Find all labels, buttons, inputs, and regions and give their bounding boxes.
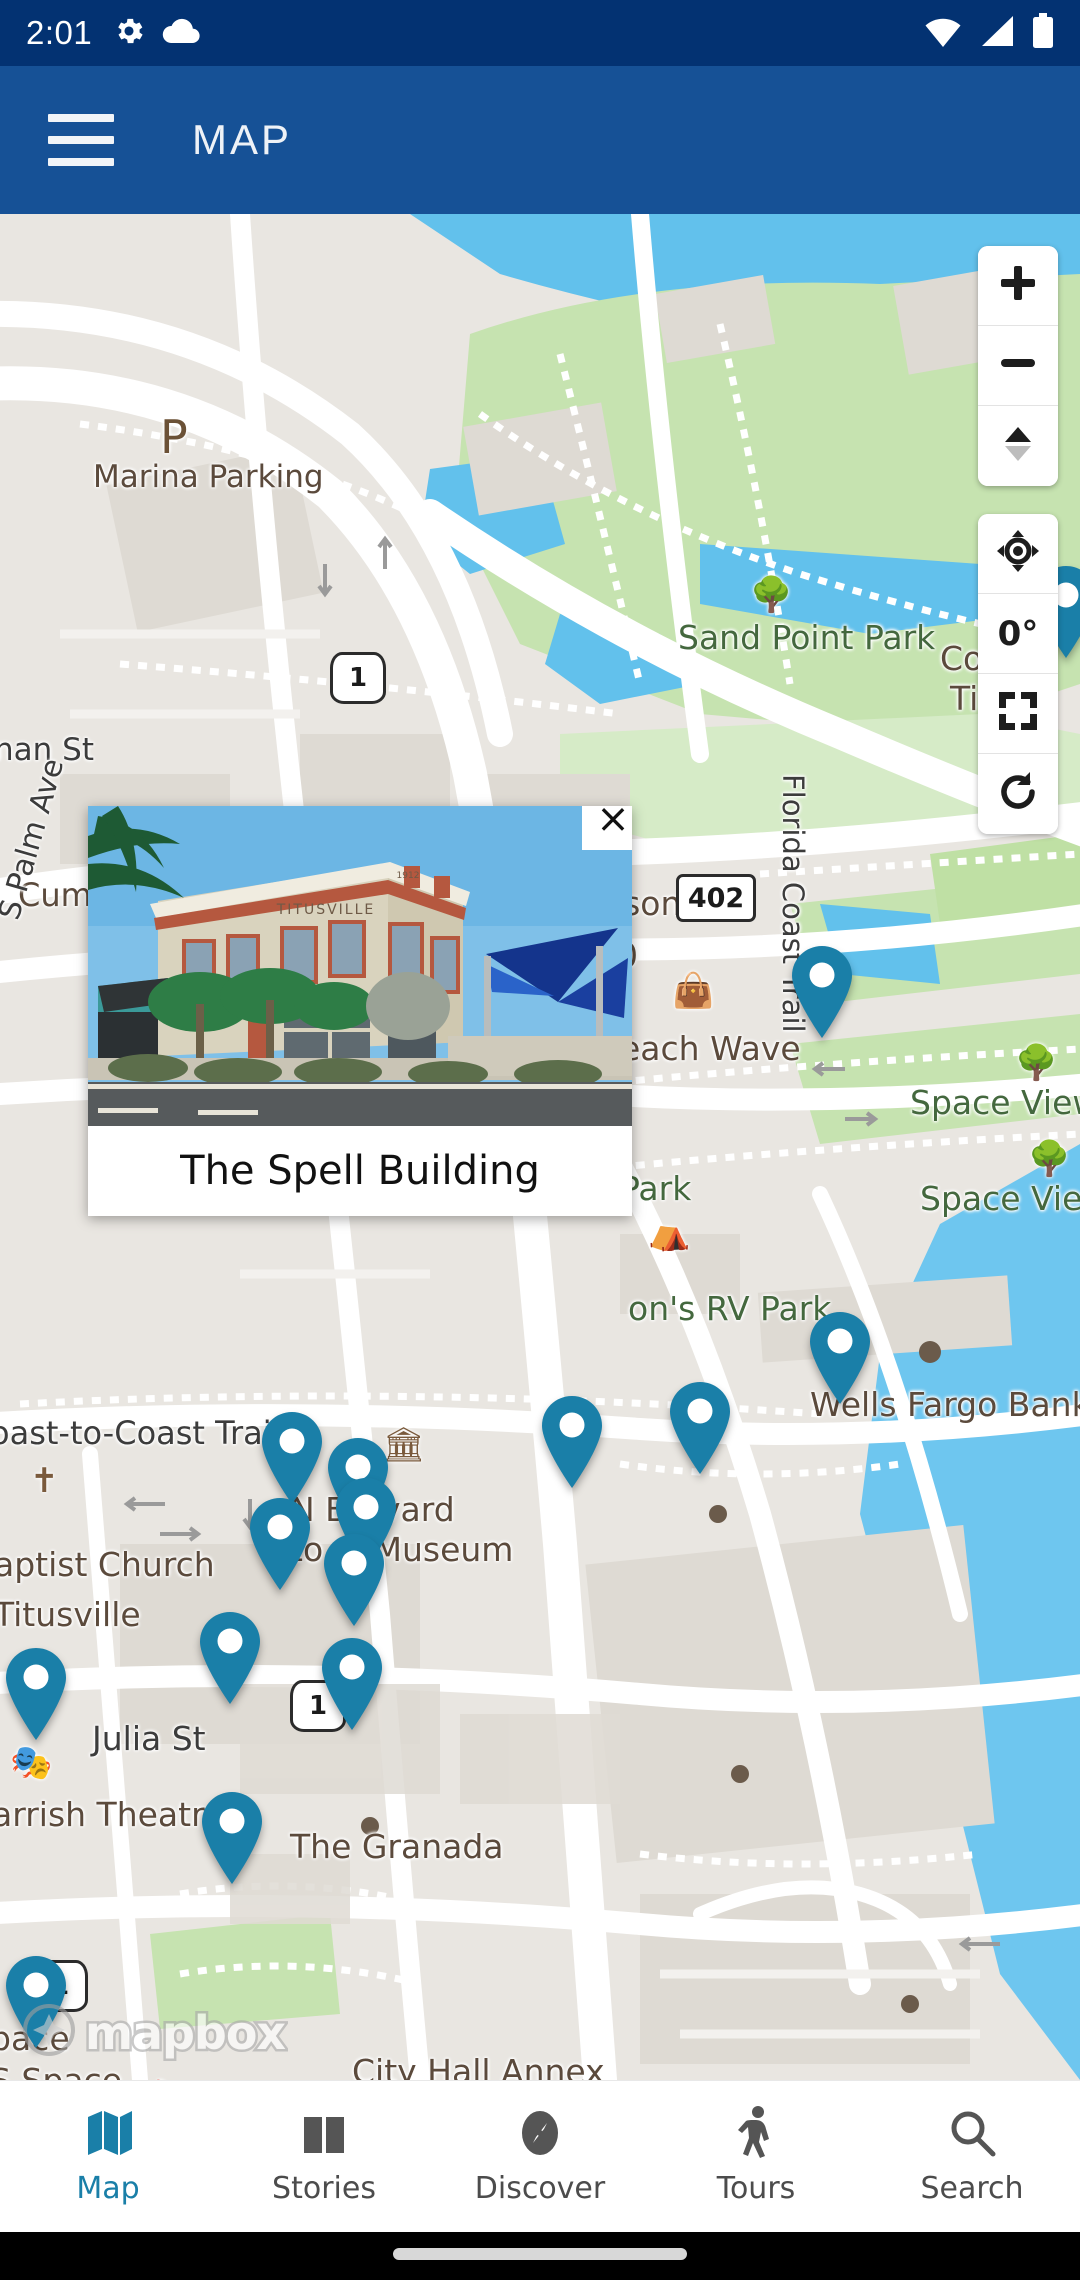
poi-title: The Spell Building [180, 1148, 540, 1194]
map-pin[interactable] [0, 1646, 72, 1742]
refresh-button[interactable] [978, 754, 1058, 834]
zoom-in-button[interactable] [978, 246, 1058, 326]
nav-label-stories: Stories [272, 2171, 376, 2206]
nav-control-group: 0° [978, 514, 1058, 834]
status-clock: 2:01 [26, 14, 93, 51]
poi-popup-card[interactable]: TITUSVILLE 1912 × The Spell Building [88, 806, 632, 1216]
route-shield: 402 [676, 874, 756, 922]
locate-button[interactable] [978, 514, 1058, 594]
fullscreen-icon [997, 690, 1039, 737]
app-bar: MAP [0, 66, 1080, 214]
map-pin[interactable] [194, 1610, 266, 1706]
locate-icon [996, 529, 1040, 578]
nav-label-search: Search [920, 2171, 1024, 2206]
refresh-icon [996, 770, 1040, 819]
fullscreen-button[interactable] [978, 674, 1058, 754]
status-left-icons [112, 14, 200, 53]
walking-icon [734, 2106, 778, 2159]
zoom-in-icon [997, 262, 1039, 309]
map-canvas[interactable]: P Marina Parking nan St Cumberland Farms… [0, 214, 1080, 2080]
nav-tab-map[interactable]: Map [0, 2081, 216, 2232]
mapbox-wordmark: mapbox [82, 2003, 288, 2062]
mapbox-logo-icon [22, 2003, 76, 2062]
map-pin[interactable] [664, 1380, 736, 1476]
bottom-navigation: Map Stories Discover Tours Search [0, 2080, 1080, 2232]
cloud-icon [162, 18, 200, 49]
building-year-text: 1912 [397, 871, 420, 881]
nav-label-discover: Discover [474, 2171, 606, 2206]
mapbox-attribution[interactable]: mapbox [22, 2003, 289, 2062]
map-pin[interactable] [196, 1790, 268, 1886]
compass-icon [514, 2107, 566, 2159]
tilt-button[interactable] [978, 406, 1058, 486]
nav-label-tours: Tours [716, 2171, 796, 2206]
map-pin[interactable] [536, 1394, 608, 1490]
close-icon[interactable]: × [582, 806, 632, 850]
map-pin[interactable] [244, 1496, 316, 1592]
map-pin[interactable] [318, 1532, 390, 1628]
building-sign-text: TITUSVILLE [276, 902, 376, 918]
book-icon [298, 2107, 350, 2159]
map-pin[interactable] [256, 1410, 328, 1506]
map-pin[interactable] [786, 944, 858, 1040]
zoom-out-icon [997, 342, 1039, 389]
nav-tab-tours[interactable]: Tours [648, 2081, 864, 2232]
status-right-icons [924, 12, 1054, 54]
nav-label-map: Map [76, 2171, 140, 2206]
gear-icon [112, 14, 146, 53]
map-pin[interactable] [316, 1636, 388, 1732]
nav-tab-stories[interactable]: Stories [216, 2081, 432, 2232]
page-title: MAP [192, 116, 293, 163]
map-pin[interactable] [804, 1310, 876, 1406]
wifi-icon [924, 14, 962, 53]
zoom-out-button[interactable] [978, 326, 1058, 406]
gesture-pill[interactable] [393, 2248, 687, 2260]
tilt-icon [997, 422, 1039, 471]
cell-signal-icon [979, 14, 1015, 53]
map-icon [82, 2107, 134, 2159]
battery-icon [1032, 12, 1054, 54]
nav-tab-search[interactable]: Search [864, 2081, 1080, 2232]
zoom-control-group [978, 246, 1058, 486]
bearing-button[interactable]: 0° [978, 594, 1058, 674]
phone-screen: 2:01 MAP P Marina Parking nan St S Palm … [0, 0, 1080, 2280]
system-gesture-bar [0, 2232, 1080, 2280]
search-icon [946, 2107, 998, 2159]
poi-photo: TITUSVILLE 1912 × [88, 806, 632, 1126]
status-bar: 2:01 [0, 0, 1080, 66]
nav-tab-discover[interactable]: Discover [432, 2081, 648, 2232]
bearing-value: 0° [997, 613, 1039, 654]
route-shield: 1 [330, 652, 386, 704]
hamburger-icon[interactable] [48, 114, 114, 166]
